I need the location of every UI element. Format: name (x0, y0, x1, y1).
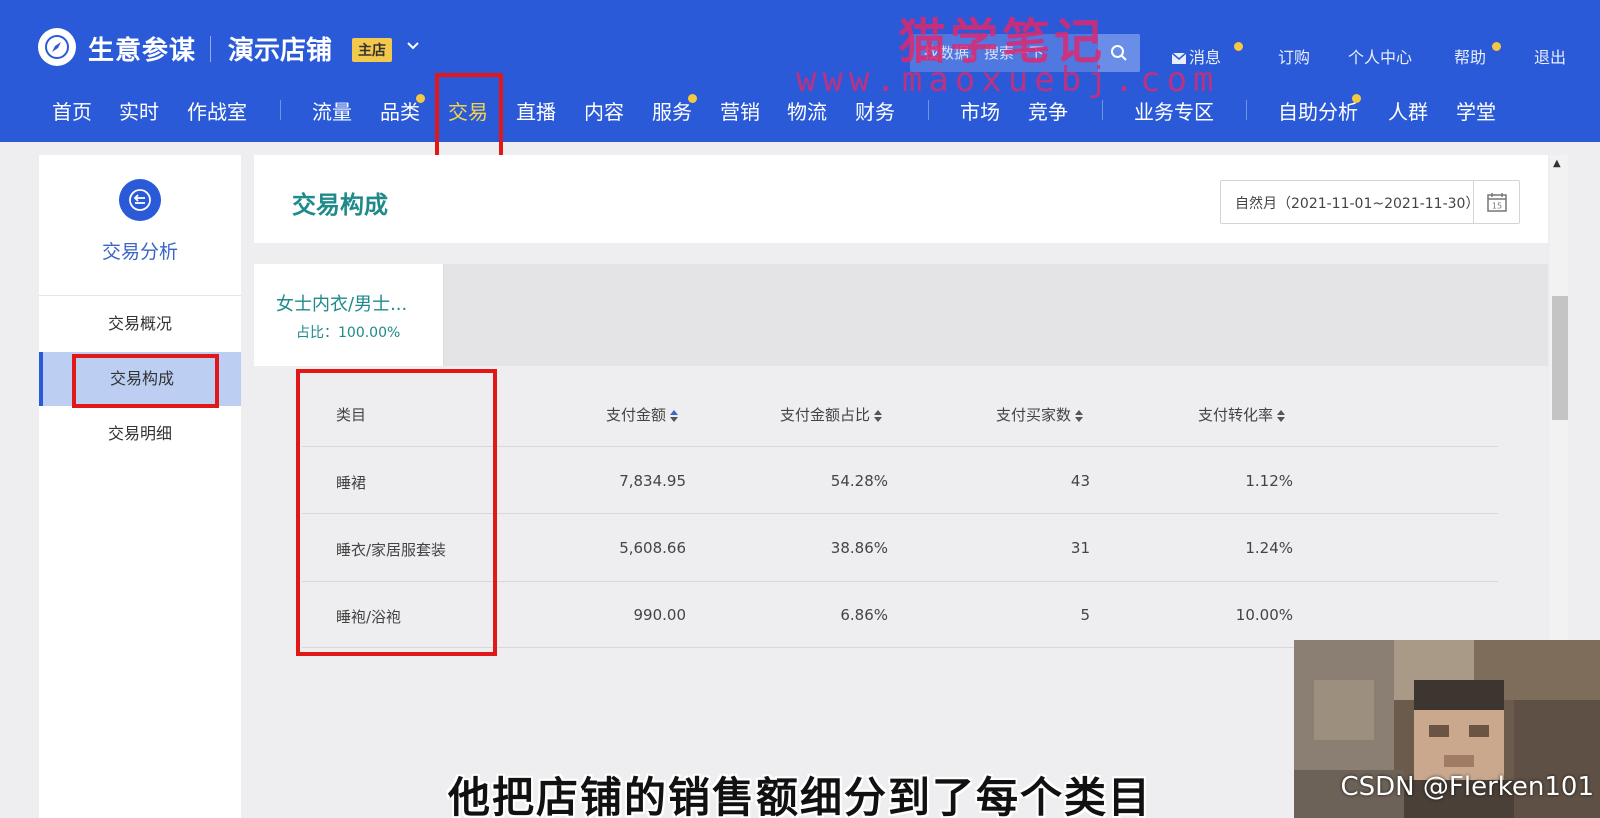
column-header-payment-amount[interactable]: 支付金额 (606, 404, 679, 425)
nav-divider (280, 100, 281, 120)
page-title: 交易构成 (292, 191, 388, 219)
nav-item-home[interactable]: 首页 (52, 96, 92, 125)
notification-dot (1234, 42, 1243, 51)
sort-icon (670, 409, 679, 422)
nav-item-self-analysis[interactable]: 自助分析 (1278, 96, 1358, 125)
highlight-box (296, 369, 497, 656)
nav-item-live[interactable]: 直播 (516, 96, 556, 125)
chevron-down-icon[interactable] (406, 36, 420, 55)
nav-item-war-room[interactable]: 作战室 (187, 96, 247, 125)
notification-dot (416, 94, 425, 103)
cell-conversion: 1.12% (1245, 472, 1293, 490)
sidebar-item-detail[interactable]: 交易明细 (39, 407, 241, 461)
scroll-up-arrow-icon[interactable]: ▲ (1553, 158, 1561, 169)
personal-center-link[interactable]: 个人中心 (1348, 44, 1412, 68)
nav-item-category[interactable]: 品类 (380, 96, 420, 125)
tab-category[interactable]: 女士内衣/男士... 占比：100.00% (254, 264, 444, 366)
nav-item-audience[interactable]: 人群 (1388, 96, 1428, 125)
calendar-button[interactable]: 15 (1473, 181, 1519, 223)
svg-text:15: 15 (1491, 202, 1501, 211)
nav-item-market[interactable]: 市场 (960, 96, 1000, 125)
nav-item-logistics[interactable]: 物流 (787, 96, 827, 125)
sidebar-item-overview[interactable]: 交易概况 (39, 297, 241, 351)
category-tabs: 女士内衣/男士... 占比：100.00% (254, 264, 1548, 366)
shop-name[interactable]: 演示店铺 (228, 30, 332, 67)
cell-amount-share: 54.28% (830, 472, 888, 490)
cell-amount-share: 6.86% (840, 606, 888, 624)
cell-payment-amount: 990.00 (633, 606, 687, 624)
cell-amount-share: 38.86% (830, 539, 888, 557)
date-range-text: 自然月（2021-11-01~2021-11-30） (1235, 196, 1480, 212)
nav-item-academy[interactable]: 学堂 (1456, 96, 1496, 125)
sidebar-title: 交易分析 (101, 241, 178, 263)
nav-divider (928, 100, 929, 120)
cell-conversion: 10.00% (1235, 606, 1293, 624)
nav-item-realtime[interactable]: 实时 (119, 96, 159, 125)
exchange-icon (119, 179, 161, 221)
nav-divider (1246, 100, 1247, 120)
nav-divider (1102, 100, 1103, 120)
watermark-url: www.maoxuebj.com (796, 60, 1220, 100)
subscribe-link[interactable]: 订购 (1278, 44, 1310, 68)
cell-conversion: 1.24% (1245, 539, 1293, 557)
logout-link[interactable]: 退出 (1534, 44, 1566, 68)
date-picker[interactable]: 自然月（2021-11-01~2021-11-30） 15 (1220, 180, 1520, 224)
nav-item-business-zone[interactable]: 业务专区 (1134, 96, 1214, 125)
header-divider (210, 36, 211, 62)
scrollbar-thumb[interactable] (1552, 296, 1568, 420)
shop-badge: 主店 (352, 38, 392, 62)
sort-icon (1075, 409, 1084, 422)
nav-item-service[interactable]: 服务 (652, 96, 692, 125)
highlight-box (435, 73, 503, 161)
tab-category-name: 女士内衣/男士... (276, 294, 408, 315)
column-header-conversion[interactable]: 支付转化率 (1198, 404, 1286, 425)
cell-buyers: 43 (1070, 472, 1090, 490)
nav-item-competition[interactable]: 竞争 (1028, 96, 1068, 125)
compass-logo-icon[interactable] (38, 28, 76, 66)
sidebar-divider (39, 295, 241, 296)
highlight-box (72, 354, 219, 408)
nav-item-traffic[interactable]: 流量 (312, 96, 352, 125)
nav-item-content[interactable]: 内容 (584, 96, 624, 125)
sidebar: 交易分析 交易概况 交易构成 交易明细 (39, 155, 241, 818)
notification-dot (1352, 94, 1361, 103)
cell-payment-amount: 5,608.66 (619, 539, 686, 557)
calendar-icon: 15 (1486, 193, 1507, 212)
column-header-amount-share[interactable]: 支付金额占比 (780, 404, 883, 425)
notification-dot (1492, 42, 1501, 51)
sort-icon (874, 409, 883, 422)
tab-category-share: 占比：100.00% (296, 325, 401, 341)
csdn-credit: CSDN @Flerken101 (1340, 772, 1595, 802)
panel-header: 交易构成 自然月（2021-11-01~2021-11-30） 15 (254, 155, 1548, 243)
brand-name[interactable]: 生意参谋 (88, 30, 196, 67)
sort-icon (1277, 409, 1286, 422)
nav-item-finance[interactable]: 财务 (855, 96, 895, 125)
cell-payment-amount: 7,834.95 (619, 472, 686, 490)
column-header-buyers[interactable]: 支付买家数 (996, 404, 1084, 425)
cell-buyers: 5 (1080, 606, 1090, 624)
cell-buyers: 31 (1070, 539, 1090, 557)
help-link[interactable]: 帮助 (1454, 44, 1486, 68)
nav-item-marketing[interactable]: 营销 (720, 96, 760, 125)
notification-dot (688, 94, 697, 103)
